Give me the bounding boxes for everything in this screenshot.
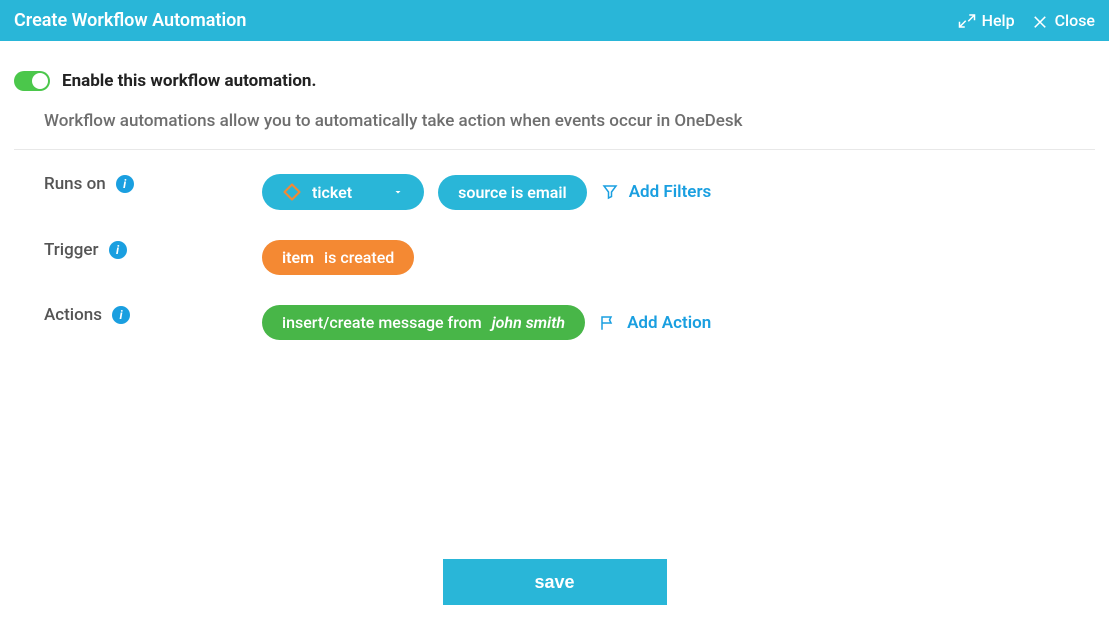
runs-on-body: ticket source is email Add Filters (262, 174, 711, 210)
trigger-label: Trigger (44, 240, 99, 260)
actions-label-wrap: Actions i (14, 305, 262, 325)
filter-pill-label: source is email (458, 183, 567, 202)
ticket-icon (282, 182, 302, 202)
dialog-content: Enable this workflow automation. Workflo… (0, 41, 1109, 340)
item-type-dropdown[interactable]: ticket (262, 174, 424, 210)
close-button[interactable]: Close (1031, 11, 1095, 30)
chevron-down-icon (392, 183, 404, 202)
actions-label: Actions (44, 305, 102, 325)
runs-on-label-wrap: Runs on i (14, 174, 262, 194)
dialog-header: Create Workflow Automation Help Close (0, 0, 1109, 41)
help-label: Help (982, 11, 1015, 30)
add-action-label: Add Action (627, 313, 711, 333)
add-filters-label: Add Filters (629, 182, 712, 202)
dialog-footer: save (0, 559, 1109, 627)
actions-row: Actions i insert/create message from joh… (14, 305, 1095, 340)
trigger-label-wrap: Trigger i (14, 240, 262, 260)
action-pill[interactable]: insert/create message from john smith (262, 305, 585, 340)
dialog-title: Create Workflow Automation (14, 10, 246, 31)
item-type-value: ticket (312, 183, 352, 202)
header-actions: Help Close (958, 11, 1095, 30)
enable-row: Enable this workflow automation. (14, 71, 1095, 91)
close-label: Close (1055, 11, 1095, 30)
enable-toggle[interactable] (14, 71, 50, 91)
runs-on-row: Runs on i ticket source is email Add Fil… (14, 174, 1095, 210)
trigger-predicate: is created (324, 248, 394, 267)
add-filters-button[interactable]: Add Filters (601, 182, 712, 202)
trigger-row: Trigger i item is created (14, 240, 1095, 275)
runs-on-label: Runs on (44, 174, 106, 194)
action-user: john smith (492, 313, 565, 332)
action-text: insert/create message from (282, 313, 482, 332)
filter-icon (601, 183, 619, 201)
actions-body: insert/create message from john smith Ad… (262, 305, 711, 340)
help-button[interactable]: Help (958, 11, 1015, 30)
info-icon[interactable]: i (116, 175, 134, 193)
info-icon[interactable]: i (109, 241, 127, 259)
trigger-subject: item (282, 248, 314, 267)
trigger-pill[interactable]: item is created (262, 240, 414, 275)
filter-pill[interactable]: source is email (438, 175, 587, 210)
flag-icon (599, 314, 617, 332)
info-icon[interactable]: i (112, 306, 130, 324)
help-icon (958, 12, 976, 30)
enable-label: Enable this workflow automation. (62, 71, 316, 91)
description-text: Workflow automations allow you to automa… (44, 111, 1065, 131)
close-icon (1031, 12, 1049, 30)
trigger-body: item is created (262, 240, 414, 275)
add-action-button[interactable]: Add Action (599, 313, 711, 333)
divider (14, 149, 1095, 150)
save-button[interactable]: save (443, 559, 667, 605)
